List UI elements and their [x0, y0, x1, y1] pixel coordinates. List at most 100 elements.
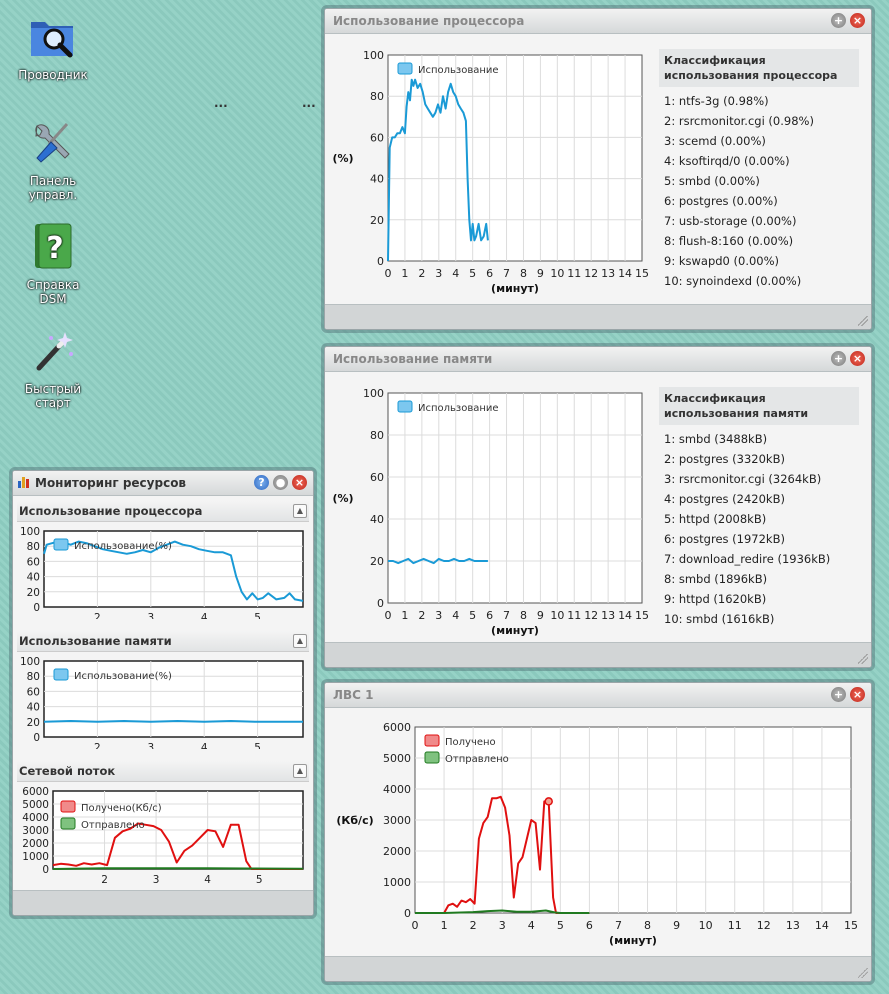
x-tick-label: 11	[567, 609, 581, 622]
y-tick-label: 2000	[22, 838, 49, 850]
legend-label: Использование(%)	[74, 541, 172, 552]
y-tick-label: 20	[370, 214, 384, 227]
x-tick-label: 9	[673, 919, 680, 932]
window-title[interactable]: Использование процессора + ×	[325, 9, 871, 34]
x-tick-label: 5	[469, 609, 476, 622]
x-tick-label: 4	[204, 874, 211, 883]
close-button[interactable]: ×	[850, 13, 865, 28]
legend-swatch	[60, 817, 76, 830]
lan-window[interactable]: ЛВС 1 + × 0 1 2 3 4 5 6 7 8 9 10 11 12 13 14 15 0 1000 200…	[324, 682, 872, 982]
y-tick-label: 5000	[22, 799, 49, 811]
svg-text:?: ?	[46, 231, 63, 266]
ranking-item: 8: smbd (1896kB)	[664, 572, 768, 586]
ranking-item: 9: kswapd0 (0.00%)	[664, 254, 780, 268]
collapse-toggle[interactable]: ▲	[293, 504, 307, 518]
maximize-button[interactable]: +	[831, 13, 846, 28]
x-tick-label: 13	[601, 267, 615, 280]
y-tick-label: 80	[370, 429, 384, 442]
collapse-toggle[interactable]: ▲	[293, 764, 307, 778]
section-title: Сетевой поток	[19, 764, 116, 778]
y-tick-label: 60	[370, 471, 384, 484]
ranking-item: 3: scemd (0.00%)	[664, 134, 766, 148]
desktop-icon-help[interactable]: ? Справка DSM	[8, 220, 98, 306]
y-tick-label: 100	[20, 526, 40, 538]
y-tick-label: 100	[363, 387, 384, 400]
network-mini-chart: 2 3 4 5 0100020003000400050006000 Получено(Кб…	[22, 786, 304, 883]
legend-label: Получено	[445, 737, 496, 748]
desktop-icon-quick-start[interactable]: Быстрый старт	[8, 326, 98, 410]
x-tick-label: 10	[699, 919, 713, 932]
desktop-icon-label: Справка DSM	[26, 278, 80, 306]
legend-swatch	[60, 800, 76, 813]
x-tick-label: 5	[557, 919, 564, 932]
magic-wand-icon	[36, 332, 73, 371]
cpu-usage-window[interactable]: Использование процессора + × 01234567891…	[324, 8, 872, 330]
y-tick-label: 4000	[383, 783, 411, 796]
ranking-item: 9: httpd (1620kB)	[664, 592, 767, 606]
x-tick-label: 12	[584, 609, 598, 622]
x-tick-label: 2	[418, 267, 425, 280]
ranking-item: 8: flush-8:160 (0.00%)	[664, 234, 794, 248]
ranking-item: 5: smbd (0.00%)	[664, 174, 760, 188]
y-tick-label: 20	[27, 587, 40, 599]
memory-usage-window[interactable]: Использование памяти + × 0 1 2 3 4 5 6 7 8 9 10 11 1…	[324, 346, 872, 668]
section-title: Использование процессора	[19, 504, 203, 518]
settings-button[interactable]: ●	[273, 475, 288, 490]
x-tick-label: 8	[644, 919, 651, 932]
desktop-icon-label: Панель управл.	[28, 174, 78, 202]
resize-handle[interactable]	[858, 654, 868, 664]
section-header-memory[interactable]: Использование памяти ▲	[17, 631, 309, 652]
desktop-icon-label: Проводник	[18, 68, 88, 82]
y-tick-label: 1000	[383, 876, 411, 889]
plot-area	[387, 392, 643, 604]
x-tick-label: 1	[441, 919, 448, 932]
ranking-item: 10: synoindexd (0.00%)	[664, 274, 802, 288]
window-title[interactable]: Использование памяти + ×	[325, 347, 871, 372]
x-tick-label: 13	[601, 609, 615, 622]
section-header-network[interactable]: Сетевой поток ▲	[17, 761, 309, 782]
memory-usage-chart: 0 1 2 3 4 5 6 7 8 9 10 11 12 13 14 15020406080100(минут…	[332, 387, 649, 637]
window-title[interactable]: Мониторинг ресурсов ? ● ×	[13, 471, 313, 496]
x-tick-label: 7	[503, 267, 510, 280]
x-tick-label: 4	[201, 612, 208, 619]
x-tick-label: 11	[567, 267, 581, 280]
x-tick-label: 4	[452, 609, 459, 622]
close-button[interactable]: ×	[292, 475, 307, 490]
resource-monitor-window[interactable]: Мониторинг ресурсов ? ● × Использование …	[12, 470, 314, 916]
section-header-cpu[interactable]: Использование процессора ▲	[17, 501, 309, 522]
help-book-icon: ?	[35, 223, 72, 269]
x-tick-label: 3	[499, 919, 506, 932]
y-tick-label: 6000	[22, 786, 49, 798]
x-tick-label: 3	[435, 267, 442, 280]
x-axis-label: (минут)	[491, 282, 539, 295]
y-tick-label: 0	[377, 597, 384, 610]
desktop-icon-explorer[interactable]: Проводник	[8, 12, 98, 82]
ranking-item: 10: smbd (1616kB)	[664, 612, 775, 626]
ranking-item: 2: postgres (3320kB)	[664, 452, 785, 466]
ranking-item: 3: rsrcmonitor.cgi (3264kB)	[664, 472, 822, 486]
plot-area	[387, 54, 643, 262]
x-tick-label: 4	[201, 742, 208, 749]
x-tick-label: 13	[786, 919, 800, 932]
y-tick-label: 100	[20, 656, 40, 668]
close-button[interactable]: ×	[850, 351, 865, 366]
resource-monitor-icon	[18, 477, 29, 488]
resize-handle[interactable]	[858, 968, 868, 978]
resize-handle[interactable]	[858, 316, 868, 326]
window-title[interactable]: ЛВС 1 + ×	[325, 683, 871, 708]
desktop-icon-control-panel[interactable]: Панель управл.	[8, 118, 98, 202]
maximize-button[interactable]: +	[831, 351, 846, 366]
y-tick-label: 0	[404, 907, 411, 920]
close-button[interactable]: ×	[850, 687, 865, 702]
maximize-button[interactable]: +	[831, 687, 846, 702]
x-tick-label: 8	[520, 609, 527, 622]
x-tick-label: 7	[503, 609, 510, 622]
y-tick-label: 80	[370, 90, 384, 103]
lan-traffic-chart: 0 1 2 3 4 5 6 7 8 9 10 11 12 13 14 15010002000300040005…	[336, 721, 858, 947]
help-button[interactable]: ?	[254, 475, 269, 490]
x-tick-label: 3	[153, 874, 160, 883]
x-tick-label: 5	[469, 267, 476, 280]
ranking-item: 7: usb-storage (0.00%)	[664, 214, 797, 228]
collapse-toggle[interactable]: ▲	[293, 634, 307, 648]
x-tick-label: 8	[520, 267, 527, 280]
